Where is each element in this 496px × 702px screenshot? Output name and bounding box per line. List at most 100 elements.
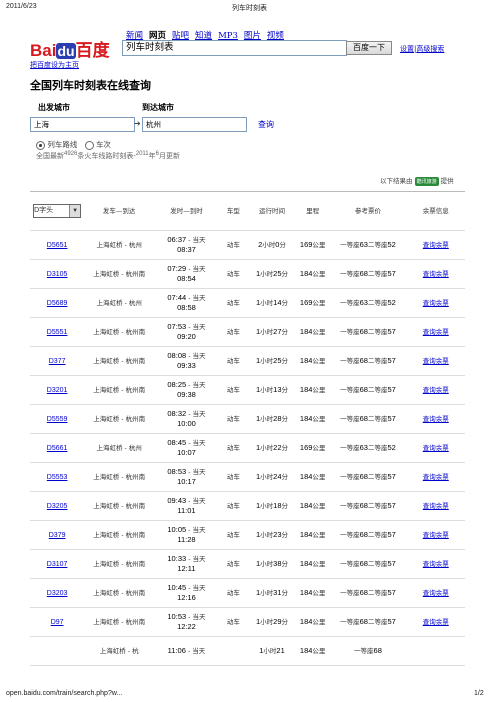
logo-bai: Bai (30, 41, 57, 60)
table-row: D5551 上海虹桥 - 杭州南 07:53 - 当天 09:20 动车 1小时27分 18… (30, 317, 465, 347)
price-cell: 一等座68二等座57 (329, 520, 407, 550)
train-code-cell: D97 (30, 607, 85, 637)
price-cell: 一等座68 (329, 636, 407, 666)
table-row: D5689 上海虹桥 - 杭州 07:44 - 当天 08:58 动车 1小时14分 169… (30, 288, 465, 318)
from-city-input[interactable]: 上海 (30, 117, 135, 132)
train-code-link[interactable]: D379 (49, 532, 66, 539)
col-duration: 运行时间 (248, 191, 296, 231)
train-code-cell: D5651 (30, 230, 85, 260)
duration-cell: 1小时24分 (248, 462, 296, 492)
train-code-link[interactable]: D3107 (47, 561, 68, 568)
type-cell: 动车 (218, 549, 248, 579)
provider-line: 以下结果由 酷讯旅游 提供 (380, 177, 454, 186)
type-cell: 动车 (218, 462, 248, 492)
time-cell: 08:53 - 当天 10:17 (154, 462, 219, 492)
ticket-cell: 查询余票 (406, 578, 465, 608)
train-code-cell: D377 (30, 346, 85, 376)
train-code-cell: D3203 (30, 578, 85, 608)
distance-cell: 184公里 (295, 520, 330, 550)
time-cell: 08:08 - 当天 09:33 (154, 346, 219, 376)
duration-cell: 1小时18分 (248, 491, 296, 521)
type-cell (218, 636, 248, 666)
ticket-cell: 查询余票 (406, 607, 465, 637)
train-code-link[interactable]: D3205 (47, 503, 68, 510)
price-cell: 一等座68二等座57 (329, 346, 407, 376)
train-code-link[interactable]: D5551 (47, 329, 68, 336)
ticket-cell: 查询余票 (406, 346, 465, 376)
check-tickets-link[interactable]: 查询余票 (423, 473, 449, 481)
duration-cell: 1小时13分 (248, 375, 296, 405)
ticket-cell: 查询余票 (406, 462, 465, 492)
distance-cell: 184公里 (295, 317, 330, 347)
check-tickets-link[interactable]: 查询余票 (423, 589, 449, 597)
train-code-link[interactable]: D5661 (47, 445, 68, 452)
train-code-cell (30, 636, 85, 666)
settings-link[interactable]: 设置 (400, 45, 414, 53)
duration-cell: 1小时27分 (248, 317, 296, 347)
check-tickets-link[interactable]: 查询余票 (423, 618, 449, 626)
type-cell: 动车 (218, 578, 248, 608)
route-cell: 上海虹桥 - 杭州南 (84, 375, 155, 405)
check-tickets-link[interactable]: 查询余票 (423, 357, 449, 365)
check-tickets-link[interactable]: 查询余票 (423, 328, 449, 336)
time-cell: 10:53 - 当天 12:22 (154, 607, 219, 637)
print-date: 2011/6/23 (6, 3, 37, 10)
train-code-cell: D5559 (30, 404, 85, 434)
distance-cell: 169公里 (295, 433, 330, 463)
duration-cell: 1小时38分 (248, 549, 296, 579)
price-cell: 一等座68二等座57 (329, 578, 407, 608)
check-tickets-link[interactable]: 查询余票 (423, 386, 449, 394)
route-cell: 上海虹桥 - 杭州南 (84, 578, 155, 608)
baidu-logo[interactable]: Baidu百度 (30, 36, 110, 61)
duration-cell: 1小时31分 (248, 578, 296, 608)
distance-cell: 184公里 (295, 636, 330, 666)
check-tickets-link[interactable]: 查询余票 (423, 502, 449, 510)
check-tickets-link[interactable]: 查询余票 (423, 415, 449, 423)
duration-cell: 1小时14分 (248, 288, 296, 318)
train-code-link[interactable]: D5553 (47, 474, 68, 481)
set-home-link[interactable]: 把百度设为主页 (30, 60, 79, 70)
route-cell: 上海虹桥 - 杭州 (84, 230, 155, 260)
distance-cell: 184公里 (295, 578, 330, 608)
type-cell: 动车 (218, 375, 248, 405)
to-city-input[interactable]: 杭州 (142, 117, 247, 132)
train-code-link[interactable]: D3105 (47, 271, 68, 278)
type-cell: 动车 (218, 346, 248, 376)
check-tickets-link[interactable]: 查询余票 (423, 531, 449, 539)
route-radio-label: 列车路线 (47, 140, 78, 149)
train-no-radio[interactable] (84, 140, 94, 150)
table-row: D379 上海虹桥 - 杭州南 10:05 - 当天 11:28 动车 1小时23分 184… (30, 520, 465, 550)
train-code-link[interactable]: D377 (49, 358, 66, 365)
train-code-link[interactable]: D5651 (47, 242, 68, 249)
advanced-search-link[interactable]: 高级搜索 (416, 45, 444, 53)
train-no-radio-label: 车次 (95, 140, 111, 149)
train-code-link[interactable]: D5559 (47, 416, 68, 423)
check-tickets-link[interactable]: 查询余票 (423, 299, 449, 307)
check-tickets-link[interactable]: 查询余票 (423, 444, 449, 452)
query-button[interactable]: 查询 (258, 119, 274, 130)
timetable: D字头 ▼ 发车—到达 发时—到时 车型 运行时间 里程 参考票价 余票信息 D5… (30, 191, 465, 666)
train-code-link[interactable]: D3201 (47, 387, 68, 394)
train-code-cell: D5689 (30, 288, 85, 318)
train-type-select[interactable]: D字头 ▼ (33, 204, 82, 218)
check-tickets-link[interactable]: 查询余票 (423, 270, 449, 278)
train-code-link[interactable]: D5689 (47, 300, 68, 307)
col-type: 车型 (218, 191, 248, 231)
search-input[interactable]: 列车时刻表 (122, 40, 347, 56)
train-code-cell: D379 (30, 520, 85, 550)
type-cell: 动车 (218, 520, 248, 550)
train-code-link[interactable]: D97 (51, 619, 64, 626)
check-tickets-link[interactable]: 查询余票 (423, 241, 449, 249)
route-radio[interactable] (36, 140, 45, 150)
time-cell: 07:53 - 当天 09:20 (154, 317, 219, 347)
col-price: 参考票价 (329, 191, 407, 231)
time-cell: 10:33 - 当天 12:11 (154, 549, 219, 579)
stats-line: 全国最新4926条火车线路时刻表-2011年6月更新 (36, 151, 180, 160)
search-button[interactable]: 百度一下 (346, 41, 392, 55)
route-cell: 上海虹桥 - 杭州南 (84, 462, 155, 492)
logo-du: du (56, 43, 76, 59)
check-tickets-link[interactable]: 查询余票 (423, 560, 449, 568)
time-cell: 09:43 - 当天 11:01 (154, 491, 219, 521)
print-page: 1/2 (474, 690, 484, 697)
train-code-link[interactable]: D3203 (47, 590, 68, 597)
